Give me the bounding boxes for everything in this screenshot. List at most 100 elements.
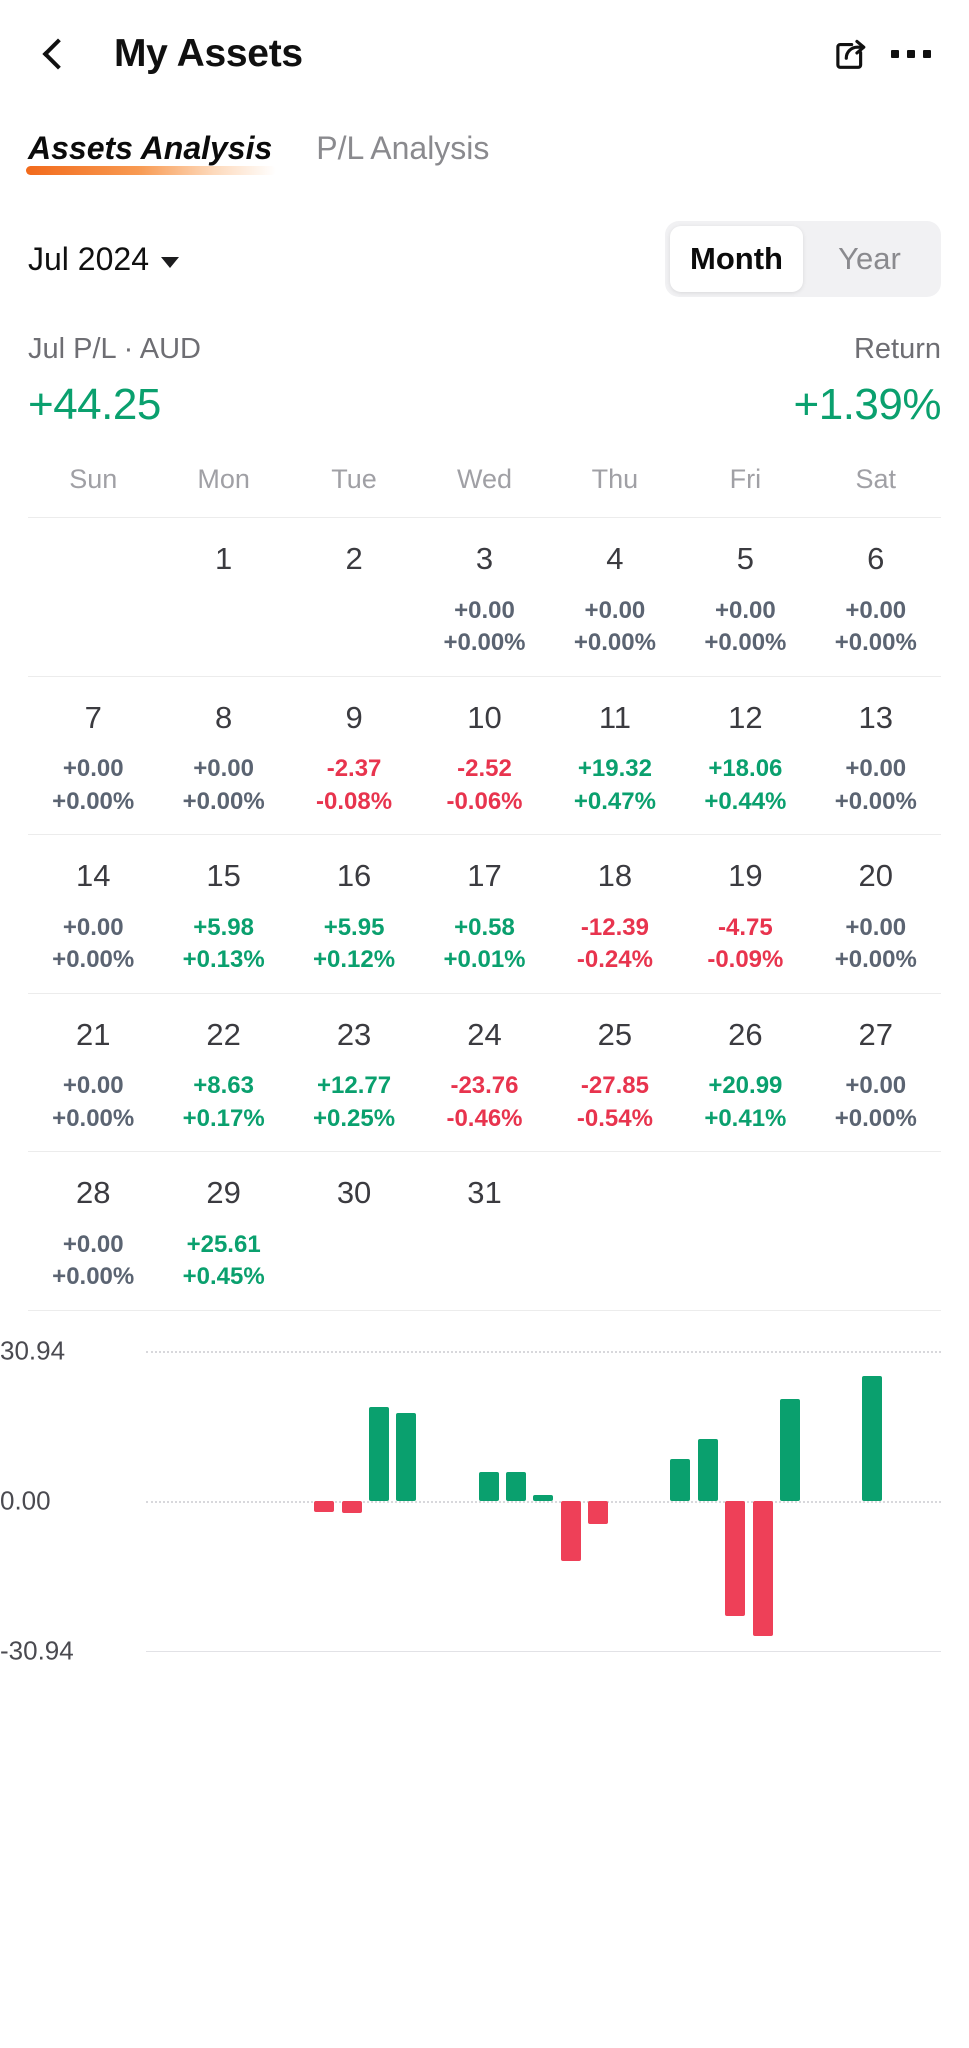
calendar-day-cell[interactable]: 10 -2.52 -0.06% — [419, 699, 549, 819]
chart-bar-slot[interactable] — [338, 1351, 365, 1651]
tab-assets-analysis[interactable]: Assets Analysis — [26, 130, 277, 179]
calendar-day-cell[interactable]: 23 +12.77 +0.25% — [289, 1016, 419, 1136]
calendar-day-cell[interactable]: 14 +0.00 +0.00% — [28, 857, 158, 977]
chart-bar-slot[interactable] — [502, 1351, 529, 1651]
chart-bar-slot[interactable] — [256, 1351, 283, 1651]
weekday-tue: Tue — [331, 464, 377, 494]
chart-bar-slot[interactable] — [886, 1351, 913, 1651]
calendar-day-cell[interactable]: 16 +5.95 +0.12% — [289, 857, 419, 977]
calendar-day-cell[interactable]: 4 +0.00 +0.00% — [550, 540, 680, 660]
chart-bar-slot[interactable] — [694, 1351, 721, 1651]
calendar-day-pl: -4.75 — [718, 913, 773, 941]
calendar-day-pct: +0.00% — [443, 629, 526, 657]
chart-bar-slot[interactable] — [913, 1351, 940, 1651]
calendar-day-cell[interactable]: 30 — [289, 1174, 419, 1294]
calendar-day-pct: +0.01% — [443, 946, 526, 974]
calendar-day-cell[interactable]: 19 -4.75 -0.09% — [680, 857, 810, 977]
chart-bar-slot[interactable] — [393, 1351, 420, 1651]
calendar-day-cell[interactable]: 2 — [289, 540, 419, 660]
calendar-day-cell[interactable]: 12 +18.06 +0.44% — [680, 699, 810, 819]
calendar-day-cell[interactable]: 6 +0.00 +0.00% — [811, 540, 941, 660]
chart-bar-slot[interactable] — [667, 1351, 694, 1651]
chart-bar-slot[interactable] — [475, 1351, 502, 1651]
chart-bar-slot[interactable] — [228, 1351, 255, 1651]
calendar-day-cell[interactable]: 20 +0.00 +0.00% — [811, 857, 941, 977]
chart-bar-slot[interactable] — [201, 1351, 228, 1651]
chart-bar-slot[interactable] — [612, 1351, 639, 1651]
chart-bar-slot[interactable] — [283, 1351, 310, 1651]
calendar-day-cell[interactable]: 5 +0.00 +0.00% — [680, 540, 810, 660]
weekday-sat: Sat — [855, 464, 897, 494]
chart-bar-slot[interactable] — [530, 1351, 557, 1651]
calendar-day-cell[interactable]: 25 -27.85 -0.54% — [550, 1016, 680, 1136]
calendar-day-pct: +0.00% — [52, 1263, 135, 1291]
calendar-day-cell[interactable]: 18 -12.39 -0.24% — [550, 857, 680, 977]
tab-assets-analysis-label: Assets Analysis — [28, 130, 273, 166]
share-button[interactable] — [821, 24, 881, 84]
calendar-day-cell[interactable]: 8 +0.00 +0.00% — [158, 699, 288, 819]
chart-bar-slot[interactable] — [804, 1351, 831, 1651]
chart-bar-slot[interactable] — [173, 1351, 200, 1651]
chart-bar-slot[interactable] — [447, 1351, 474, 1651]
chart-bar-slot[interactable] — [310, 1351, 337, 1651]
calendar-day-pl: +0.00 — [62, 1072, 124, 1100]
calendar-day-number: 15 — [206, 858, 241, 894]
month-picker[interactable]: Jul 2024 — [28, 241, 179, 278]
axis-label-min: -30.94 — [0, 1635, 74, 1666]
calendar-day-pl: -23.76 — [450, 1072, 519, 1100]
calendar-day-cell[interactable]: 26 +20.99 +0.41% — [680, 1016, 810, 1136]
calendar-day-cell[interactable]: 17 +0.58 +0.01% — [419, 857, 549, 977]
chart-bar-positive — [396, 1413, 417, 1501]
chart-bar-slot[interactable] — [859, 1351, 886, 1651]
back-button[interactable] — [28, 27, 82, 81]
calendar-day-pl: +0.00 — [454, 596, 515, 624]
calendar-day-pct: +0.00% — [182, 787, 265, 815]
tab-pl-analysis[interactable]: P/L Analysis — [316, 130, 489, 179]
calendar-body: 1 2 3 +0.00 +0.00% 4 +0.00 +0.00% 5 +0.00 +0.00% 6 +… — [28, 518, 941, 1311]
chart-bar-slot[interactable] — [722, 1351, 749, 1651]
chart-bar-slot[interactable] — [776, 1351, 803, 1651]
calendar-day-cell[interactable]: 3 +0.00 +0.00% — [419, 540, 549, 660]
calendar-day-pct: +0.45% — [182, 1263, 265, 1291]
calendar-day-number: 31 — [467, 1175, 502, 1211]
chart-bar-slot[interactable] — [639, 1351, 666, 1651]
chart-bar-slot[interactable] — [749, 1351, 776, 1651]
chart-bar-negative — [752, 1500, 773, 1636]
calendar-day-cell[interactable]: 31 — [419, 1174, 549, 1294]
share-icon — [836, 39, 866, 69]
segment-year[interactable]: Year — [803, 226, 936, 292]
weekday-thu: Thu — [591, 464, 639, 494]
calendar-day-number: 20 — [858, 858, 894, 894]
more-options-button[interactable] — [881, 24, 941, 84]
chart-bar-slot[interactable] — [831, 1351, 858, 1651]
chart-bar-slot[interactable] — [557, 1351, 584, 1651]
calendar-day-cell[interactable]: 29 +25.61 +0.45% — [158, 1174, 288, 1294]
axis-label-max: 30.94 — [0, 1335, 66, 1366]
calendar-day-number: 1 — [215, 541, 233, 576]
calendar-day-cell[interactable]: 15 +5.98 +0.13% — [158, 857, 288, 977]
segment-month[interactable]: Month — [670, 226, 803, 292]
calendar-day-number: 28 — [75, 1175, 111, 1211]
calendar-day-number: 21 — [75, 1016, 111, 1052]
chart-bar-slot[interactable] — [365, 1351, 392, 1651]
calendar-day-cell[interactable]: 11 +19.32 +0.47% — [550, 699, 680, 819]
calendar-day-cell[interactable]: 7 +0.00 +0.00% — [28, 699, 158, 819]
weekday-wed: Wed — [456, 464, 512, 494]
calendar-day-cell[interactable]: 22 +8.63 +0.17% — [158, 1016, 288, 1136]
chart-bar-slot[interactable] — [420, 1351, 447, 1651]
calendar-day-cell[interactable]: 21 +0.00 +0.00% — [28, 1016, 158, 1136]
calendar-day-cell[interactable]: 13 +0.00 +0.00% — [811, 699, 941, 819]
weekday-mon: Mon — [197, 464, 250, 494]
chart-bar-slot[interactable] — [585, 1351, 612, 1651]
axis-label-zero: 0.00 — [0, 1485, 51, 1516]
chart-bar-positive — [533, 1494, 554, 1501]
calendar-day-number: 23 — [336, 1016, 372, 1052]
calendar-day-cell[interactable]: 9 -2.37 -0.08% — [289, 699, 419, 819]
calendar-day-cell[interactable]: 27 +0.00 +0.00% — [811, 1016, 941, 1136]
calendar-day-cell[interactable]: 1 — [158, 540, 288, 660]
return-value: +1.39% — [793, 380, 942, 429]
calendar-day-cell[interactable]: 24 -23.76 -0.46% — [419, 1016, 549, 1136]
chart-bar-slot[interactable] — [146, 1351, 173, 1651]
calendar-day-cell[interactable]: 28 +0.00 +0.00% — [28, 1174, 158, 1294]
calendar-day-number: 26 — [728, 1016, 763, 1052]
